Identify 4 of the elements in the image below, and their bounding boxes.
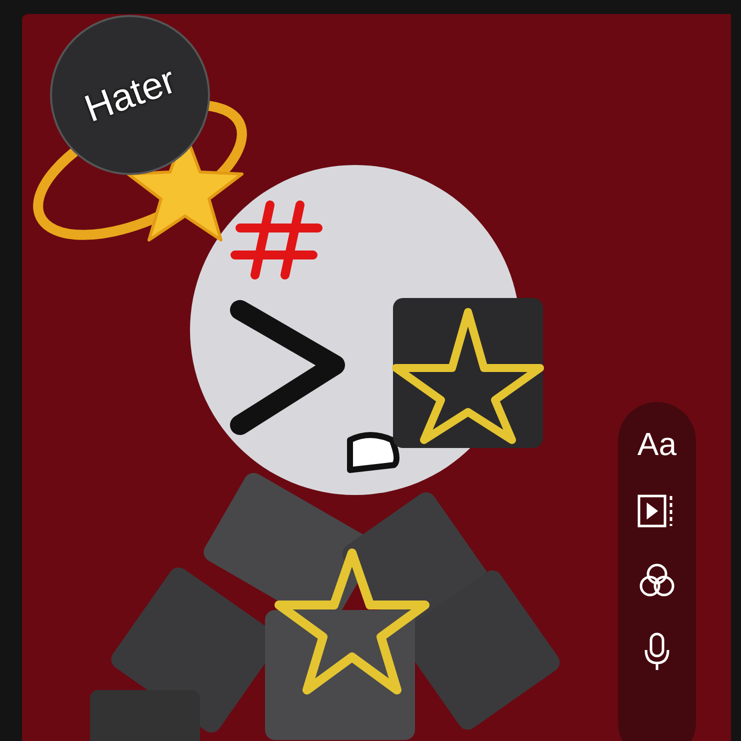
microphone-icon[interactable] [642, 632, 672, 672]
text-tool-button[interactable]: Aa [637, 428, 677, 460]
sticker-text: Hater [78, 58, 182, 132]
circles-icon[interactable] [637, 562, 677, 598]
